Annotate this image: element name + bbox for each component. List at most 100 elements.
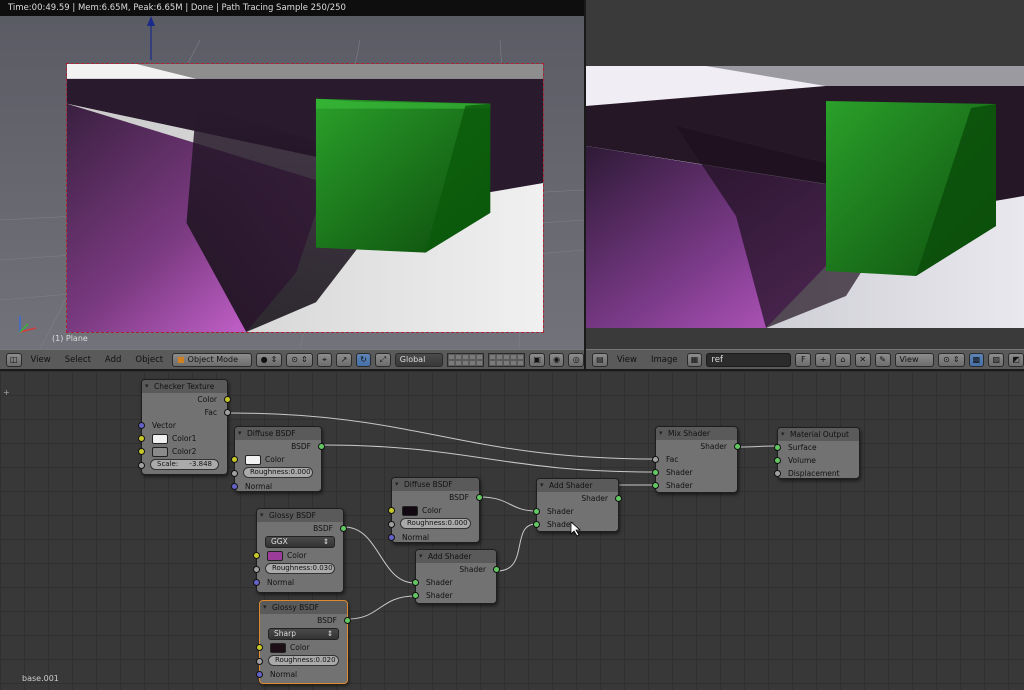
socket-dot[interactable] xyxy=(734,443,741,450)
node-diffuse-bsdf-1[interactable]: Diffuse BSDF BSDF Color Roughness:0.000 … xyxy=(231,426,325,492)
socket-dot[interactable] xyxy=(774,457,781,464)
socket-color-in[interactable]: Color xyxy=(388,504,479,517)
menu-image[interactable]: Image xyxy=(646,355,683,365)
socket-dot[interactable] xyxy=(138,422,145,429)
socket-dot[interactable] xyxy=(253,552,260,559)
3d-viewport[interactable]: (1) Plane xyxy=(0,0,584,349)
node-glossy-bsdf-2[interactable]: Glossy BSDF BSDF Sharp⇕ Color Roughness:… xyxy=(256,600,351,684)
node-add-shader-2[interactable]: Add Shader Shader Shader Shader xyxy=(412,549,500,604)
new-image-icon[interactable]: + xyxy=(815,352,832,367)
socket-dot[interactable] xyxy=(652,456,659,463)
socket-color2-in[interactable]: Color2 xyxy=(138,445,227,458)
socket-color-in[interactable]: Color xyxy=(256,641,347,654)
pivot-selector[interactable]: ⊙ ⇕ xyxy=(938,352,965,367)
socket-dot[interactable] xyxy=(493,566,500,573)
socket-dot[interactable] xyxy=(533,521,540,528)
color-swatch[interactable] xyxy=(267,551,283,561)
socket-dot[interactable] xyxy=(388,507,395,514)
node-editor[interactable]: + Checker Texture Color Fac Vector Color… xyxy=(0,371,1024,690)
socket-color-in[interactable]: Color xyxy=(253,549,343,562)
socket-dot[interactable] xyxy=(256,644,263,651)
color1-swatch[interactable] xyxy=(152,434,168,444)
view-mode-selector[interactable]: View xyxy=(894,352,935,367)
socket-dot[interactable] xyxy=(138,448,145,455)
roughness-field[interactable]: Roughness: 0.000 xyxy=(243,467,313,478)
socket-dot[interactable] xyxy=(533,508,540,515)
editor-type-button[interactable]: ◫ xyxy=(6,352,22,367)
color2-swatch[interactable] xyxy=(152,447,168,457)
image-editor-area[interactable] xyxy=(586,0,1024,349)
socket-dot[interactable] xyxy=(774,444,781,451)
orientation-selector[interactable]: Global xyxy=(394,352,444,367)
menu-object[interactable]: Object xyxy=(130,355,168,365)
layers-grid-a[interactable] xyxy=(447,352,485,367)
socket-dot[interactable] xyxy=(388,534,395,541)
editor-type-button[interactable]: ▤ xyxy=(592,352,608,367)
pin-icon[interactable]: ✎ xyxy=(874,352,891,367)
node-diffuse-bsdf-2[interactable]: Diffuse BSDF BSDF Color Roughness:0.000 … xyxy=(388,477,483,543)
scale-field[interactable]: Scale: -3.848 xyxy=(150,459,219,470)
area-divider-vertical[interactable] xyxy=(584,0,586,370)
socket-dot[interactable] xyxy=(340,525,347,532)
socket-dot[interactable] xyxy=(224,409,231,416)
socket-dot[interactable] xyxy=(412,579,419,586)
roughness-field[interactable]: Roughness: 0.030 xyxy=(265,563,335,574)
color-swatch[interactable] xyxy=(245,455,261,465)
socket-dot[interactable] xyxy=(256,658,263,665)
image-browse-icon[interactable]: ▦ xyxy=(686,352,703,367)
socket-dot[interactable] xyxy=(256,671,263,678)
socket-dot[interactable] xyxy=(253,566,260,573)
opengl-render-icon[interactable]: ◎ xyxy=(568,352,584,367)
socket-dot[interactable] xyxy=(253,579,260,586)
scale-manipulator-icon[interactable]: ⤢ xyxy=(375,352,391,367)
fake-user-button[interactable]: F xyxy=(795,352,812,367)
alpha-icon[interactable]: ▨ xyxy=(988,352,1005,367)
socket-dot[interactable] xyxy=(224,396,231,403)
open-image-icon[interactable]: ⌂ xyxy=(835,352,851,367)
socket-dot[interactable] xyxy=(615,495,622,502)
unlink-image-icon[interactable]: ✕ xyxy=(854,352,871,367)
image-name-field[interactable]: ref xyxy=(706,352,792,367)
color-alpha-icon[interactable]: ▩ xyxy=(968,352,985,367)
shading-selector[interactable]: ● ⇕ xyxy=(255,352,283,367)
render-preview-icon[interactable]: ◉ xyxy=(548,352,565,367)
socket-dot[interactable] xyxy=(138,435,145,442)
roughness-field[interactable]: Roughness: 0.020 xyxy=(268,655,339,666)
color-swatch[interactable] xyxy=(270,643,286,653)
socket-dot[interactable] xyxy=(652,482,659,489)
socket-dot[interactable] xyxy=(231,456,238,463)
socket-dot[interactable] xyxy=(476,494,483,501)
distribution-dropdown[interactable]: GGX ⇕ xyxy=(265,536,335,548)
render-info-text: Time:00:49.59 | Mem:6.65M, Peak:6.65M | … xyxy=(8,3,346,13)
socket-color1-in[interactable]: Color1 xyxy=(138,432,227,445)
layers-grid-b[interactable] xyxy=(488,352,526,367)
z-buffer-icon[interactable]: ◩ xyxy=(1008,352,1024,367)
pivot-selector[interactable]: ⊙ ⇕ xyxy=(286,352,313,367)
rotate-manipulator-icon[interactable]: ↻ xyxy=(355,352,372,367)
lock-camera-icon[interactable]: ▣ xyxy=(529,352,545,367)
menu-view[interactable]: View xyxy=(26,355,56,365)
color-swatch[interactable] xyxy=(402,506,418,516)
socket-dot[interactable] xyxy=(138,462,145,469)
distribution-dropdown[interactable]: Sharp ⇕ xyxy=(268,628,339,640)
mode-selector[interactable]: ■ Object Mode xyxy=(172,352,252,367)
node-glossy-bsdf-1[interactable]: Glossy BSDF BSDF GGX⇕ Color Roughness:0.… xyxy=(253,508,347,593)
socket-dot[interactable] xyxy=(652,469,659,476)
node-material-output[interactable]: Material Output Surface Volume Displacem… xyxy=(774,427,860,479)
roughness-field[interactable]: Roughness: 0.000 xyxy=(400,518,471,529)
socket-dot[interactable] xyxy=(774,470,781,477)
socket-dot[interactable] xyxy=(388,521,395,528)
node-checker-texture[interactable]: Checker Texture Color Fac Vector Color1 … xyxy=(138,379,231,475)
menu-view[interactable]: View xyxy=(612,355,642,365)
menu-add[interactable]: Add xyxy=(100,355,126,365)
socket-dot[interactable] xyxy=(231,470,238,477)
socket-dot[interactable] xyxy=(231,483,238,490)
socket-color-in[interactable]: Color xyxy=(231,453,321,466)
node-mix-shader[interactable]: Mix Shader Shader Fac Shader Shader xyxy=(652,426,741,493)
translate-manipulator-icon[interactable]: ↗ xyxy=(336,352,352,367)
manipulator-toggle-icon[interactable]: ⌖ xyxy=(316,352,333,367)
menu-select[interactable]: Select xyxy=(60,355,96,365)
socket-dot[interactable] xyxy=(318,443,325,450)
socket-dot[interactable] xyxy=(344,617,351,624)
socket-dot[interactable] xyxy=(412,592,419,599)
